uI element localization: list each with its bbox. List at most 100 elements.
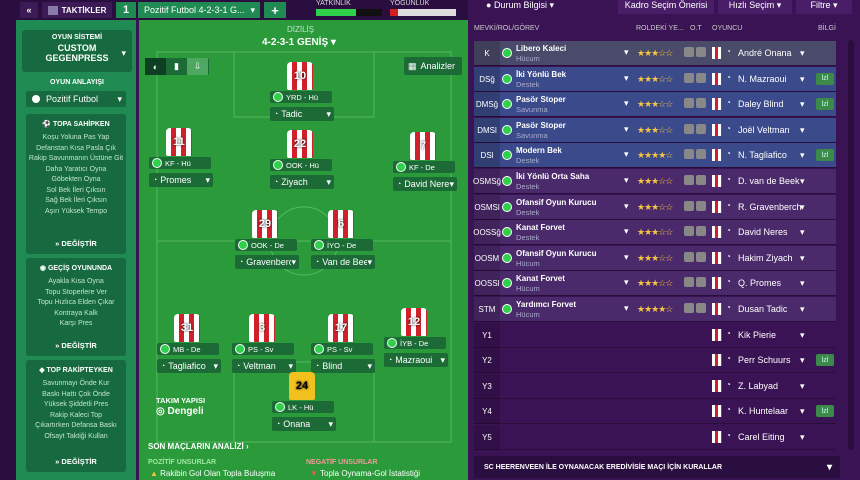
instructions-icon[interactable] <box>684 175 694 185</box>
swap-icon[interactable] <box>696 47 706 57</box>
player-name[interactable]: ◔ Tagliafico ▾ <box>157 359 221 373</box>
back-icon[interactable]: « <box>20 2 38 18</box>
role-tag[interactable]: İYO - De <box>311 239 373 251</box>
chevron-down-icon[interactable]: ▾ <box>800 99 805 110</box>
transition-change-button[interactable]: » DEĞİŞTİR <box>26 341 126 350</box>
player-name[interactable]: Daley Blind <box>738 99 784 109</box>
status-badge[interactable]: lzl <box>816 405 834 418</box>
role-name[interactable]: Pasör Stoper <box>516 121 566 130</box>
player-name[interactable]: ◔ Blind ▾ <box>311 359 375 373</box>
chevron-down-icon[interactable]: ▾ <box>624 303 629 314</box>
squad-row[interactable]: OOSSl Kanat Forvet Hücum ▾ ★★★☆☆ ◔ Q. Pr… <box>474 271 836 297</box>
player-name[interactable]: Q. Promes <box>738 278 781 288</box>
in-possession-icon[interactable]: ◐ <box>145 58 166 75</box>
squad-row[interactable]: Y4 ◔ K. Huntelaar ▾ lzl <box>474 399 836 425</box>
role-name[interactable]: Pasör Stoper <box>516 95 566 104</box>
role-name[interactable]: Kanat Forvet <box>516 274 565 283</box>
chevron-down-icon[interactable]: ▾ <box>800 227 805 238</box>
role-tag[interactable]: İYB - De <box>384 337 446 349</box>
player-card[interactable]: 31 MB - De ◔ Tagliafico ▾ <box>147 314 227 386</box>
status-badge[interactable]: lzl <box>816 98 834 111</box>
chevron-down-icon[interactable]: ▾ <box>800 176 805 187</box>
chevron-down-icon[interactable]: ▾ <box>800 381 805 392</box>
swap-icon[interactable] <box>696 226 706 237</box>
oop-change-button[interactable]: » DEĞİŞTİR <box>26 457 126 466</box>
squad-row[interactable]: Y3 ◔ Z. Labyad ▾ <box>474 373 836 399</box>
player-name[interactable]: Hakim Ziyach <box>738 253 793 263</box>
swap-icon[interactable] <box>696 98 706 109</box>
squad-row[interactable]: Y1 ◔ Kik Pierie ▾ <box>474 322 836 348</box>
role-tag[interactable]: KF - De <box>393 161 455 173</box>
chevron-down-icon[interactable]: ▾ <box>800 253 805 264</box>
chevron-down-icon[interactable]: ▾ <box>624 226 629 237</box>
player-name[interactable]: K. Huntelaar <box>738 406 788 416</box>
instructions-icon[interactable] <box>684 303 694 313</box>
instructions-icon[interactable] <box>684 72 694 83</box>
player-name[interactable]: ◔ Promes ▾ <box>149 173 213 187</box>
player-name[interactable]: Perr Schuurs <box>738 355 791 365</box>
swap-icon[interactable] <box>696 149 706 160</box>
formation-select[interactable]: 4-2-3-1 GENİŞ ▾ <box>262 37 336 48</box>
chevron-down-icon[interactable]: ▾ <box>800 125 805 136</box>
player-card[interactable]: 11 KF - Hü ◔ Promes ▾ <box>139 128 219 200</box>
instructions-icon[interactable] <box>684 277 694 288</box>
chevron-down-icon[interactable]: ▾ <box>800 202 805 213</box>
swap-icon[interactable] <box>696 251 706 262</box>
recent-analysis-link[interactable]: SON MAÇLARIN ANALİZİ › <box>148 442 249 451</box>
chevron-down-icon[interactable]: ▾ <box>800 48 805 59</box>
chevron-down-icon[interactable]: ▾ <box>624 201 629 212</box>
instructions-icon[interactable] <box>684 149 694 160</box>
match-rules-bar[interactable]: SC HEERENVEEN İLE OYNANACAK EREDİVİSİE M… <box>474 456 840 478</box>
instructions-icon[interactable] <box>684 123 694 134</box>
chevron-down-icon[interactable]: ▾ <box>800 278 805 289</box>
squad-row[interactable]: DSl Modern Bek Destek ▾ ★★★★☆ ◔ N. Tagli… <box>474 143 836 169</box>
swap-icon[interactable] <box>696 72 706 83</box>
role-tag[interactable]: PS - Sv <box>311 343 373 355</box>
squad-row[interactable]: OOSSğ Kanat Forvet Destek ▾ ★★★☆☆ ◔ Davi… <box>473 220 836 246</box>
filter-button[interactable]: Filtre ▾ <box>796 0 852 14</box>
possession-change-button[interactable]: » DEĞİŞTİR <box>26 239 126 248</box>
instructions-icon[interactable] <box>684 251 694 262</box>
role-tag[interactable]: OOK - De <box>235 239 297 251</box>
player-card[interactable]: 12 İYB - De ◔ Mazraoui ▾ <box>374 308 454 380</box>
player-card[interactable]: 7 KF - De ◔ David Neres ▾ <box>383 132 463 204</box>
chevron-down-icon[interactable]: ▾ <box>624 175 629 186</box>
chevron-down-icon[interactable]: ▾ <box>800 406 805 417</box>
formation-select[interactable]: Pozitif Futbol 4-2-3-1 G... ▾ <box>138 2 260 18</box>
role-name[interactable]: Yardımcı Forvet <box>516 300 576 309</box>
squad-row[interactable]: K Libero Kaleci Hücum ▾ ★★★☆☆ ◔ André On… <box>474 41 836 66</box>
player-name[interactable]: Z. Labyad <box>738 381 778 391</box>
system-box[interactable]: OYUN SİSTEMİ CUSTOM GEGENPRESS ▾ <box>22 30 132 72</box>
role-name[interactable]: Ofansif Oyun Kurucu <box>516 249 596 258</box>
player-name[interactable]: N. Mazraoui <box>738 74 787 84</box>
status-badge[interactable]: lzl <box>816 354 834 367</box>
quick-select-button[interactable]: Hızlı Seçim ▾ <box>718 0 792 14</box>
player-name[interactable]: ◔ Tadic ▾ <box>270 107 334 121</box>
chevron-down-icon[interactable]: ▾ <box>800 330 805 341</box>
chevron-down-icon[interactable]: ▾ <box>624 277 629 288</box>
squad-row[interactable]: Y5 ◔ Carel Eiting ▾ <box>474 425 836 450</box>
player-name[interactable]: ◔ David Neres ▾ <box>393 177 457 191</box>
squad-row[interactable]: OSMSl Ofansif Oyun Kurucu Destek ▾ ★★★☆☆… <box>474 194 836 220</box>
tactics-tab[interactable]: TAKTİKLER <box>42 2 112 18</box>
tactic-slot[interactable]: 1 <box>116 2 136 18</box>
role-name[interactable]: Modern Bek <box>516 146 562 155</box>
player-name[interactable]: R. Gravenberch <box>738 202 802 212</box>
instructions-icon[interactable] <box>684 98 694 109</box>
role-tag[interactable]: OOK - Hü <box>270 159 332 171</box>
player-card[interactable]: 22 OOK - Hü ◔ Ziyach ▾ <box>260 130 340 202</box>
player-name[interactable]: Kik Pierie <box>738 330 776 340</box>
player-name[interactable]: Carel Eiting <box>738 432 785 442</box>
swap-icon[interactable] <box>696 303 706 313</box>
player-card[interactable]: 24 LK - Hü ◔ Onana ▾ <box>262 372 342 444</box>
chevron-down-icon[interactable]: ▾ <box>624 252 629 263</box>
squad-row[interactable]: STM Yardımcı Forvet Hücum ▾ ★★★★☆ ◔ Dusa… <box>474 297 836 322</box>
download-icon[interactable]: ⇩ <box>187 58 208 75</box>
squad-suggest-button[interactable]: Kadro Seçim Önerisi <box>618 0 714 14</box>
player-name[interactable]: ◔ Ziyach ▾ <box>270 175 334 189</box>
role-name[interactable]: Kanat Forvet <box>516 223 565 232</box>
chevron-down-icon[interactable]: ▾ <box>800 304 805 315</box>
player-name[interactable]: ◔ Mazraoui ▾ <box>384 353 448 367</box>
chevron-down-icon[interactable]: ▾ <box>624 73 629 84</box>
instructions-icon[interactable] <box>684 200 694 211</box>
